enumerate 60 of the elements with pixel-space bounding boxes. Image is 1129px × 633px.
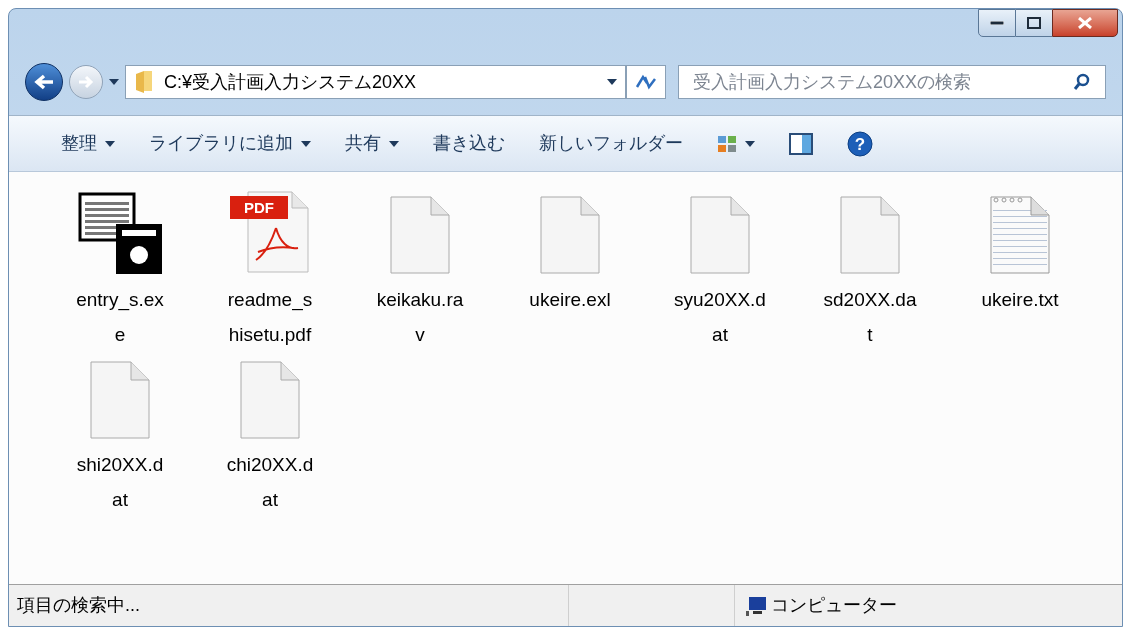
toolbar-menu-button[interactable]: 共有	[333, 123, 411, 164]
search-field[interactable]: 受入計画入力システム20XXの検索	[678, 65, 1106, 99]
file-item[interactable]: keikaku.ra v	[345, 188, 495, 353]
close-icon	[1078, 17, 1092, 29]
application-icon	[78, 192, 162, 274]
blank-file-icon	[690, 196, 750, 274]
blank-file-icon	[240, 361, 300, 439]
maximize-icon	[1027, 17, 1041, 29]
view-grid-icon	[717, 134, 737, 153]
toolbar-menu-button[interactable]: ライブラリに追加	[137, 123, 323, 164]
address-path: C:¥受入計画入力システム20XX	[164, 70, 418, 94]
close-button[interactable]	[1052, 9, 1118, 37]
file-item[interactable]: chi20XX.d at	[195, 353, 345, 518]
file-name: sd20XX.da t	[823, 288, 917, 347]
file-name: keikaku.ra v	[376, 288, 464, 347]
recent-pages-caret-icon	[109, 79, 119, 85]
status-location: コンピューター	[771, 594, 897, 617]
text-file-icon	[990, 196, 1050, 274]
blank-file-icon	[390, 196, 450, 274]
refresh-icon	[635, 73, 657, 91]
blank-file-icon	[540, 196, 600, 274]
address-dropdown-icon	[607, 79, 617, 85]
file-name: syu20XX.d at	[674, 288, 766, 347]
blank-file-icon	[90, 361, 150, 439]
back-arrow-icon	[34, 74, 54, 90]
toolbar-menu-button[interactable]: 新しいフォルダー	[527, 123, 695, 164]
toolbar-menu-button[interactable]: 書き込む	[421, 123, 517, 164]
file-name: entry_s.ex e	[76, 288, 164, 347]
minimize-icon	[990, 21, 1004, 25]
folder-icon	[134, 70, 154, 94]
caret-icon	[745, 140, 755, 147]
file-name: shi20XX.d at	[76, 453, 164, 512]
help-icon: ?	[847, 130, 873, 157]
status-message: 項目の検索中...	[9, 585, 569, 626]
file-item[interactable]: entry_s.ex e	[45, 188, 195, 353]
file-name: ukeire.exl	[529, 288, 611, 312]
file-item[interactable]: ukeire.exl	[495, 188, 645, 353]
file-item[interactable]: shi20XX.d at	[45, 353, 195, 518]
file-name: chi20XX.d at	[226, 453, 314, 512]
file-item[interactable]: sd20XX.da t	[795, 188, 945, 353]
blank-file-icon	[840, 196, 900, 274]
file-name: readme_s hisetu.pdf	[227, 288, 313, 347]
file-item[interactable]: PDF readme_s hisetu.pdf	[195, 188, 345, 353]
caret-icon	[105, 140, 115, 147]
caret-icon	[389, 140, 399, 147]
toolbar-menu-button[interactable]: 整理	[49, 123, 127, 164]
file-item[interactable]: ukeire.txt	[945, 188, 1095, 353]
address-bar[interactable]: C:¥受入計画入力システム20XX	[125, 65, 626, 99]
back-button[interactable]	[25, 63, 63, 101]
preview-pane-icon	[789, 132, 813, 155]
help-button[interactable]: ?	[835, 123, 885, 164]
file-item[interactable]: syu20XX.d at	[645, 188, 795, 353]
file-name: ukeire.txt	[981, 288, 1059, 312]
caret-icon	[301, 140, 311, 147]
forward-arrow-icon	[78, 75, 94, 89]
refresh-button[interactable]	[626, 65, 666, 99]
search-icon	[1073, 73, 1091, 91]
minimize-button[interactable]	[978, 9, 1016, 37]
computer-icon	[745, 595, 767, 616]
maximize-button[interactable]	[1016, 9, 1052, 37]
